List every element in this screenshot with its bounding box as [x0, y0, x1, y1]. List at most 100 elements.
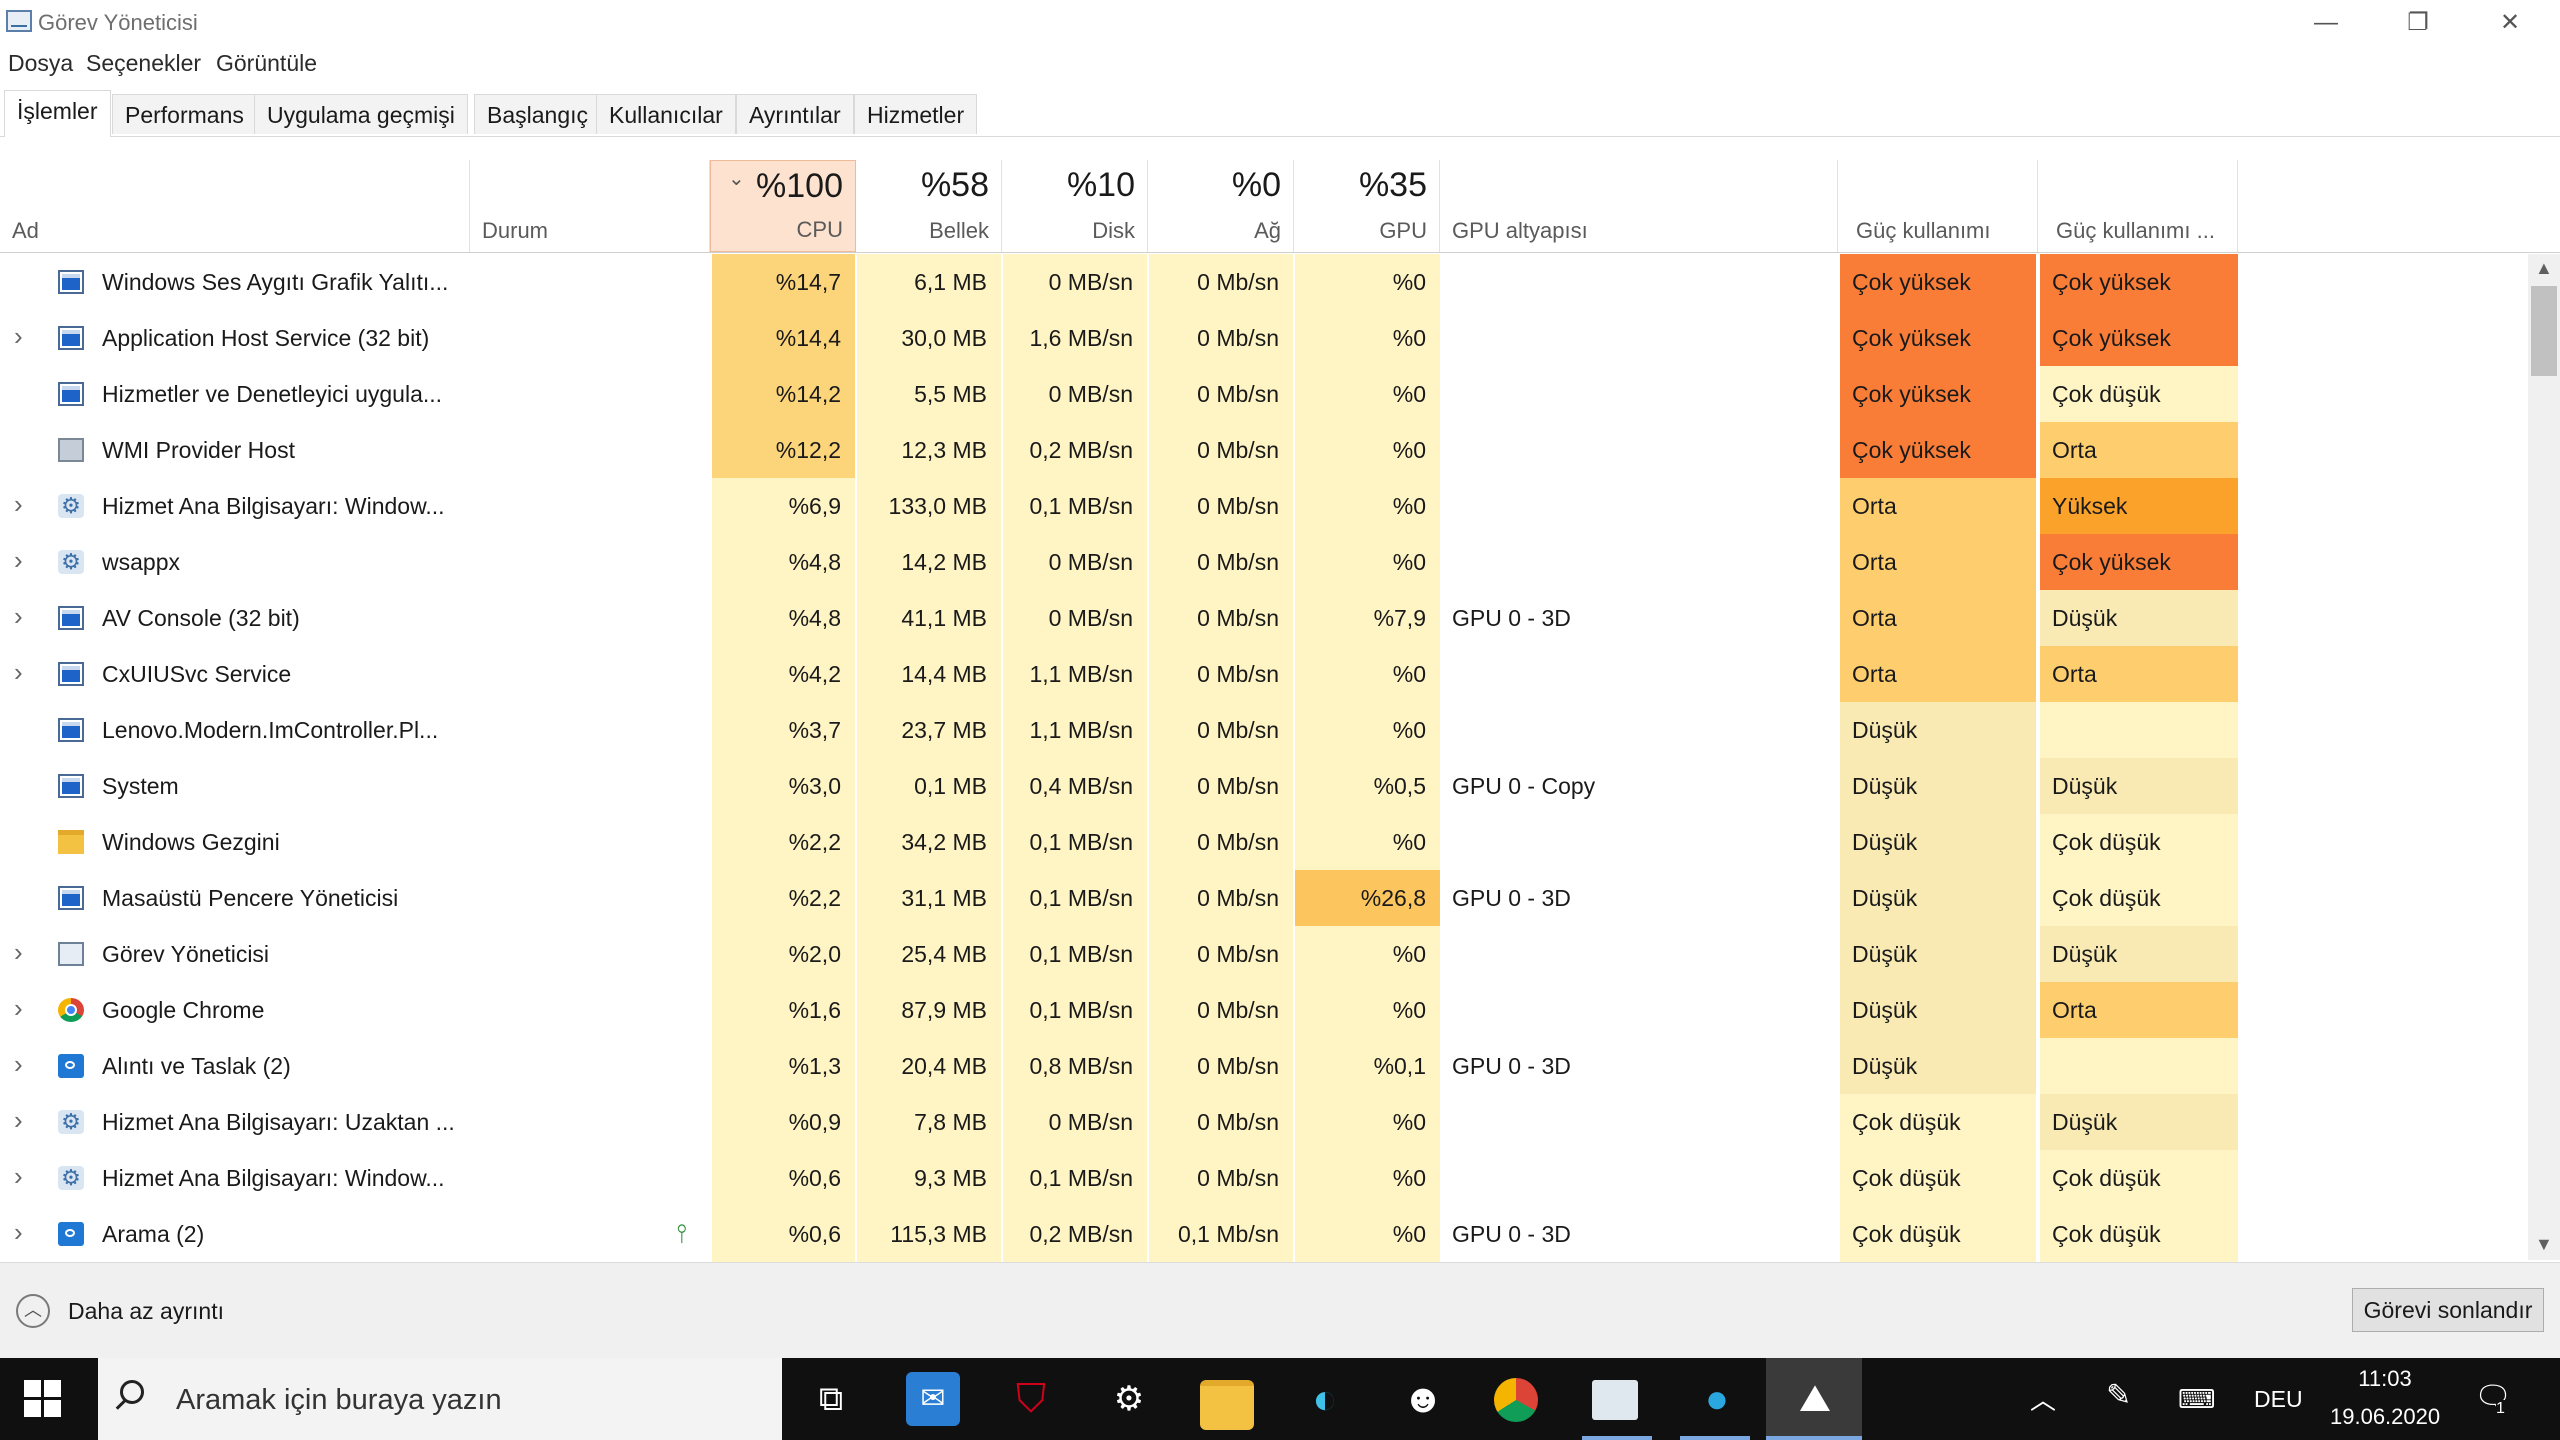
scroll-down-arrow-icon[interactable]: ▼ [2535, 1234, 2553, 1255]
cpu-cell: %0,6 [712, 1206, 856, 1262]
table-row[interactable]: › Görev Yöneticisi %2,0 25,4 MB 0,1 MB/sn 0 M… [0, 926, 2530, 983]
expand-chevron-icon[interactable]: › [14, 1038, 23, 1090]
expand-chevron-icon[interactable]: › [14, 478, 23, 530]
table-row[interactable]: › Application Host Service (32 bit) %14,4 3… [0, 310, 2530, 367]
explorer-icon[interactable] [1200, 1380, 1254, 1430]
table-row[interactable]: Windows Gezgini %2,2 34,2 MB 0,1 MB/sn 0 Mb/… [0, 814, 2530, 871]
windows-start-icon[interactable] [24, 1380, 62, 1418]
window-icon [58, 662, 84, 686]
tab-services[interactable]: Hizmetler [854, 94, 978, 134]
power-trend-cell [2040, 1038, 2238, 1094]
table-row[interactable]: › Alıntı ve Taslak (2) %1,3 20,4 MB 0,8 MB/s… [0, 1038, 2530, 1095]
pen-icon[interactable]: ✎ [2106, 1378, 2131, 1413]
vertical-scrollbar[interactable] [2528, 254, 2560, 1260]
close-button[interactable]: ✕ [2464, 0, 2556, 48]
chrome-icon[interactable] [1494, 1378, 1538, 1422]
table-row[interactable]: Lenovo.Modern.ImController.Pl... %3,7 23,7… [0, 702, 2530, 759]
gpu-engine-cell [1440, 534, 1838, 590]
app-icon[interactable]: ● [1690, 1372, 1744, 1426]
expand-chevron-icon[interactable]: › [14, 310, 23, 362]
disk-cell: 0 MB/sn [1003, 366, 1148, 422]
maximize-button[interactable]: ❐ [2372, 0, 2464, 48]
power-trend-cell: Düşük [2040, 1094, 2238, 1150]
clock-date[interactable]: 19.06.2020 [2330, 1404, 2440, 1430]
header-gpu-engine[interactable]: GPU altyapısı [1440, 160, 1838, 252]
header-gpu[interactable]: %35 GPU [1294, 160, 1440, 252]
gpu-cell: %7,9 [1295, 590, 1440, 646]
running-indicator [1582, 1436, 1652, 1440]
gpu-cell: %0 [1295, 254, 1440, 310]
power-trend-cell: Çok yüksek [2040, 310, 2238, 366]
menu-file[interactable]: Dosya [8, 50, 73, 77]
table-row[interactable]: › Arama (2) ⫯ %0,6 115,3 MB 0,2 MB/sn 0,1 Mb/s… [0, 1206, 2530, 1263]
settings-icon[interactable]: ⚙ [1102, 1372, 1156, 1426]
tab-app-history[interactable]: Uygulama geçmişi [254, 94, 468, 134]
tab-startup[interactable]: Başlangıç [474, 94, 602, 134]
menu-options[interactable]: Seçenekler [86, 50, 201, 77]
expand-chevron-icon[interactable]: › [14, 534, 23, 586]
header-memory[interactable]: %58 Bellek [856, 160, 1002, 252]
table-row[interactable]: WMI Provider Host %12,2 12,3 MB 0,2 MB/sn 0 … [0, 422, 2530, 479]
expand-chevron-icon[interactable]: › [14, 1094, 23, 1146]
expand-chevron-icon[interactable]: › [14, 926, 23, 978]
mcafee-icon[interactable]: ⛉ [1004, 1372, 1058, 1426]
task-view-icon[interactable]: ⧉ [804, 1372, 858, 1426]
cpu-cell: %2,2 [712, 870, 856, 926]
menu-view[interactable]: Görüntüle [216, 50, 317, 77]
less-details-link[interactable]: Daha az ayrıntı [68, 1298, 224, 1325]
gpu-cell: %0 [1295, 926, 1440, 982]
tab-processes[interactable]: İşlemler [4, 90, 111, 137]
header-name[interactable]: Ad [0, 160, 470, 252]
table-row[interactable]: › CxUIUSvc Service %4,2 14,4 MB 1,1 MB/sn 0 M… [0, 646, 2530, 703]
tab-users[interactable]: Kullanıcılar [596, 94, 736, 134]
gpu-cell: %0 [1295, 982, 1440, 1038]
table-row[interactable]: › ⚙ wsappx %4,8 14,2 MB 0 MB/sn 0 Mb/sn %0 Orta Ç… [0, 534, 2530, 591]
minimize-button[interactable]: — [2280, 0, 2372, 48]
search-placeholder: Aramak için buraya yazın [176, 1384, 502, 1416]
header-power-trend[interactable]: Güç kullanımı ... [2038, 160, 2238, 252]
power-cell: Düşük [1840, 758, 2038, 814]
table-row[interactable]: System %3,0 0,1 MB 0,4 MB/sn 0 Mb/sn %0,5 GPU … [0, 758, 2530, 815]
clock-time[interactable]: 11:03 [2330, 1366, 2440, 1392]
panda-icon[interactable]: ☻ [1396, 1372, 1450, 1426]
input-language[interactable]: DEU [2254, 1386, 2303, 1413]
notifications-icon[interactable]: 🗨 [2474, 1380, 2512, 1415]
expand-chevron-icon[interactable]: › [14, 982, 23, 1034]
expand-chevron-icon[interactable]: › [14, 590, 23, 642]
header-network[interactable]: %0 Ağ [1148, 160, 1294, 252]
expand-chevron-icon[interactable]: › [14, 646, 23, 698]
tab-performance[interactable]: Performans [112, 94, 257, 134]
header-disk[interactable]: %10 Disk [1002, 160, 1148, 252]
expand-chevron-icon[interactable]: › [14, 1206, 23, 1258]
cpu-cell: %2,2 [712, 814, 856, 870]
table-row[interactable]: › AV Console (32 bit) %4,8 41,1 MB 0 MB/sn 0 … [0, 590, 2530, 647]
task-manager-icon[interactable] [1592, 1380, 1638, 1420]
table-row[interactable]: › ⚙ Hizmet Ana Bilgisayarı: Window... %0,6 9… [0, 1150, 2530, 1207]
running-indicator [1766, 1436, 1862, 1440]
mail-icon[interactable]: ✉ [906, 1372, 960, 1426]
end-task-button[interactable]: Görevi sonlandır [2352, 1288, 2544, 1332]
collapse-circle-icon[interactable]: ︿ [16, 1294, 50, 1328]
table-row[interactable]: › ⚙ Hizmet Ana Bilgisayarı: Uzaktan ... %0,… [0, 1094, 2530, 1151]
photos-icon[interactable]: ⛰ [1788, 1372, 1842, 1426]
tray-overflow-icon[interactable]: ︿ [2030, 1380, 2056, 1417]
table-row[interactable]: › ⚙ Hizmet Ana Bilgisayarı: Window... %6,9 1… [0, 478, 2530, 535]
keyboard-icon[interactable]: ⌨ [2178, 1384, 2216, 1415]
header-power[interactable]: Güç kullanımı [1838, 160, 2038, 252]
cpu-cell: %4,8 [712, 534, 856, 590]
scrollbar-thumb[interactable] [2531, 286, 2557, 376]
table-row[interactable]: Masaüstü Pencere Yöneticisi %2,2 31,1 MB 0,… [0, 870, 2530, 927]
disk-cell: 0,1 MB/sn [1003, 982, 1148, 1038]
header-status[interactable]: Durum [470, 160, 710, 252]
table-row[interactable]: › Google Chrome %1,6 87,9 MB 0,1 MB/sn 0 Mb/s… [0, 982, 2530, 1039]
table-row[interactable]: Windows Ses Aygıtı Grafik Yalıtı... %14,7… [0, 254, 2530, 311]
edge-icon[interactable]: ◐ [1298, 1372, 1352, 1426]
scroll-up-arrow-icon[interactable]: ▲ [2535, 258, 2553, 279]
disk-cell: 0,8 MB/sn [1003, 1038, 1148, 1094]
table-row[interactable]: Hizmetler ve Denetleyici uygula... %14,2 5… [0, 366, 2530, 423]
title-bar[interactable] [0, 0, 2560, 48]
power-trend-cell: Çok yüksek [2040, 254, 2238, 310]
network-cell: 0 Mb/sn [1149, 702, 1294, 758]
expand-chevron-icon[interactable]: › [14, 1150, 23, 1202]
tab-details[interactable]: Ayrıntılar [736, 94, 854, 134]
